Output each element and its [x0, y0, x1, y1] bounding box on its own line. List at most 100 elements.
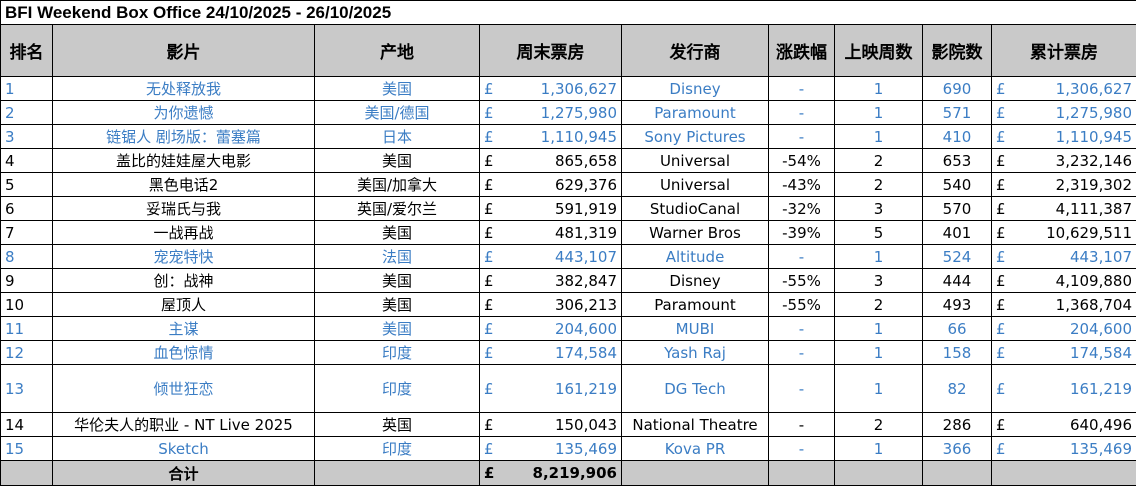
- total-cell[interactable]: £204,600: [991, 316, 1136, 341]
- change-cell[interactable]: -32%: [768, 196, 835, 221]
- origin-cell[interactable]: 美国: [314, 148, 480, 173]
- film-cell[interactable]: 血色惊情: [52, 340, 315, 365]
- total-cell[interactable]: £1,368,704: [991, 292, 1136, 317]
- film-cell[interactable]: 华伦夫人的职业 - NT Live 2025: [52, 412, 315, 437]
- weeks-cell[interactable]: 1: [834, 436, 923, 461]
- weekend-cell[interactable]: £382,847: [479, 268, 622, 293]
- header-origin[interactable]: 产地: [314, 24, 480, 77]
- weekend-cell[interactable]: £174,584: [479, 340, 622, 365]
- total-cell[interactable]: £1,306,627: [991, 76, 1136, 101]
- distributor-cell[interactable]: DG Tech: [621, 364, 769, 413]
- weekend-cell[interactable]: £161,219: [479, 364, 622, 413]
- total-cell[interactable]: £640,496: [991, 412, 1136, 437]
- cinemas-cell[interactable]: 540: [922, 172, 992, 197]
- header-distributor[interactable]: 发行商: [621, 24, 769, 77]
- header-film[interactable]: 影片: [52, 24, 315, 77]
- total-label[interactable]: 合计: [52, 460, 315, 486]
- rank-cell[interactable]: 14: [0, 412, 53, 437]
- cinemas-cell[interactable]: 401: [922, 220, 992, 245]
- film-cell[interactable]: 黑色电话2: [52, 172, 315, 197]
- distributor-cell[interactable]: Paramount: [621, 292, 769, 317]
- rank-cell[interactable]: 5: [0, 172, 53, 197]
- header-weeks[interactable]: 上映周数: [834, 24, 923, 77]
- film-cell[interactable]: 无处释放我: [52, 76, 315, 101]
- change-cell[interactable]: -54%: [768, 148, 835, 173]
- total-cell[interactable]: £1,110,945: [991, 124, 1136, 149]
- weekend-cell[interactable]: £306,213: [479, 292, 622, 317]
- film-cell[interactable]: 宠宠特快: [52, 244, 315, 269]
- distributor-cell[interactable]: Warner Bros: [621, 220, 769, 245]
- rank-cell[interactable]: 4: [0, 148, 53, 173]
- distributor-cell[interactable]: Disney: [621, 268, 769, 293]
- change-cell[interactable]: -: [768, 316, 835, 341]
- header-rank[interactable]: 排名: [0, 24, 53, 77]
- weeks-cell[interactable]: 1: [834, 100, 923, 125]
- origin-cell[interactable]: 美国: [314, 220, 480, 245]
- film-cell[interactable]: 一战再战: [52, 220, 315, 245]
- rank-cell[interactable]: 15: [0, 436, 53, 461]
- origin-cell[interactable]: 美国: [314, 292, 480, 317]
- origin-cell[interactable]: 美国: [314, 316, 480, 341]
- distributor-cell[interactable]: StudioCanal: [621, 196, 769, 221]
- film-cell[interactable]: 创：战神: [52, 268, 315, 293]
- weeks-cell[interactable]: 1: [834, 364, 923, 413]
- change-cell[interactable]: -55%: [768, 292, 835, 317]
- rank-cell[interactable]: 7: [0, 220, 53, 245]
- total-cell[interactable]: £135,469: [991, 436, 1136, 461]
- cinemas-cell[interactable]: 82: [922, 364, 992, 413]
- weekend-cell[interactable]: £150,043: [479, 412, 622, 437]
- origin-cell[interactable]: 美国/加拿大: [314, 172, 480, 197]
- rank-cell[interactable]: 6: [0, 196, 53, 221]
- film-cell[interactable]: 主谋: [52, 316, 315, 341]
- change-cell[interactable]: -: [768, 76, 835, 101]
- header-cinemas[interactable]: 影院数: [922, 24, 992, 77]
- weeks-cell[interactable]: 2: [834, 148, 923, 173]
- cinemas-cell[interactable]: 690: [922, 76, 992, 101]
- rank-cell[interactable]: 11: [0, 316, 53, 341]
- origin-cell[interactable]: 印度: [314, 436, 480, 461]
- cinemas-cell[interactable]: 286: [922, 412, 992, 437]
- film-cell[interactable]: 链锯人 剧场版：蕾塞篇: [52, 124, 315, 149]
- change-cell[interactable]: -: [768, 340, 835, 365]
- weekend-cell[interactable]: £591,919: [479, 196, 622, 221]
- header-weekend-gross[interactable]: 周末票房: [479, 24, 622, 77]
- rank-cell[interactable]: 13: [0, 364, 53, 413]
- distributor-cell[interactable]: MUBI: [621, 316, 769, 341]
- weekend-cell[interactable]: £135,469: [479, 436, 622, 461]
- distributor-cell[interactable]: Yash Raj: [621, 340, 769, 365]
- total-cell[interactable]: £161,219: [991, 364, 1136, 413]
- change-cell[interactable]: -: [768, 364, 835, 413]
- rank-cell[interactable]: 9: [0, 268, 53, 293]
- weeks-cell[interactable]: 5: [834, 220, 923, 245]
- change-cell[interactable]: -: [768, 124, 835, 149]
- cinemas-cell[interactable]: 444: [922, 268, 992, 293]
- origin-cell[interactable]: 英国: [314, 412, 480, 437]
- distributor-cell[interactable]: Universal: [621, 148, 769, 173]
- cinemas-cell[interactable]: 158: [922, 340, 992, 365]
- film-cell[interactable]: Sketch: [52, 436, 315, 461]
- header-total-gross[interactable]: 累计票房: [991, 24, 1136, 77]
- rank-cell[interactable]: 12: [0, 340, 53, 365]
- origin-cell[interactable]: 日本: [314, 124, 480, 149]
- change-cell[interactable]: -: [768, 100, 835, 125]
- origin-cell[interactable]: 印度: [314, 340, 480, 365]
- total-cell[interactable]: £4,109,880: [991, 268, 1136, 293]
- change-cell[interactable]: -: [768, 412, 835, 437]
- total-cell[interactable]: £4,111,387: [991, 196, 1136, 221]
- total-cell[interactable]: £2,319,302: [991, 172, 1136, 197]
- cinemas-cell[interactable]: 570: [922, 196, 992, 221]
- weekend-cell[interactable]: £1,306,627: [479, 76, 622, 101]
- cinemas-cell[interactable]: 571: [922, 100, 992, 125]
- rank-cell[interactable]: 10: [0, 292, 53, 317]
- distributor-cell[interactable]: Altitude: [621, 244, 769, 269]
- distributor-cell[interactable]: Disney: [621, 76, 769, 101]
- total-cell[interactable]: £1,275,980: [991, 100, 1136, 125]
- rank-cell[interactable]: 2: [0, 100, 53, 125]
- origin-cell[interactable]: 美国: [314, 268, 480, 293]
- weekend-cell[interactable]: £1,110,945: [479, 124, 622, 149]
- film-cell[interactable]: 盖比的娃娃屋大电影: [52, 148, 315, 173]
- distributor-cell[interactable]: Universal: [621, 172, 769, 197]
- distributor-cell[interactable]: Kova PR: [621, 436, 769, 461]
- weekend-cell[interactable]: £1,275,980: [479, 100, 622, 125]
- total-cell[interactable]: £443,107: [991, 244, 1136, 269]
